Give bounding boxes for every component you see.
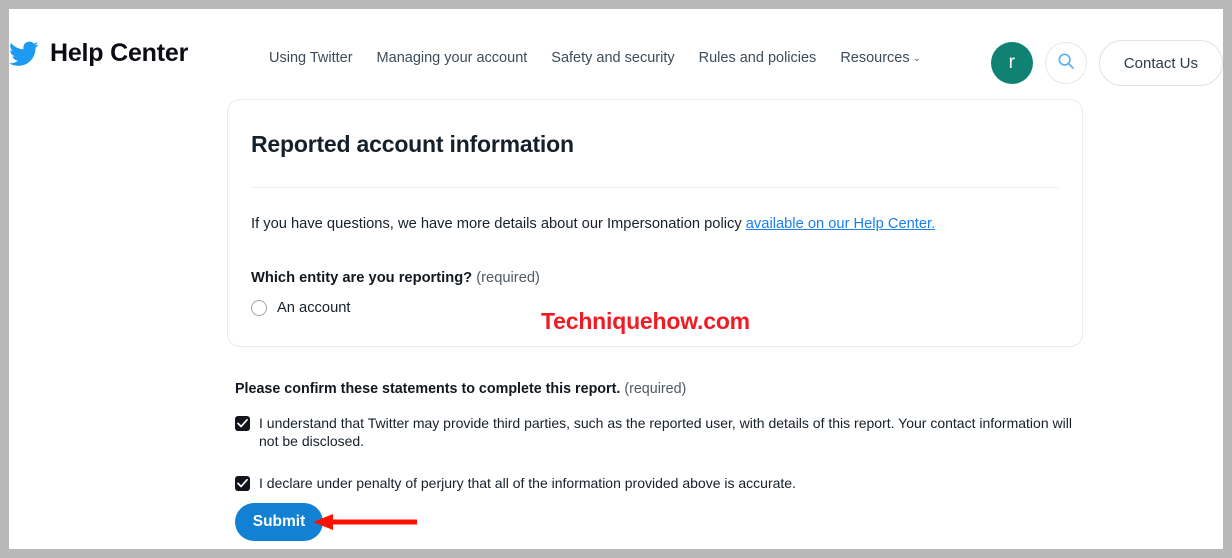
header-actions: r Contact Us: [990, 40, 1223, 86]
avatar[interactable]: r: [990, 42, 1033, 84]
confirm-title-label: Please confirm these statements to compl…: [235, 381, 621, 397]
nav-item-rules-and-policies[interactable]: Rules and policies: [687, 46, 829, 70]
radio-option-label: An account: [277, 300, 351, 317]
nav-item-resources[interactable]: Resources ⌄: [828, 46, 933, 70]
chevron-down-icon: ⌄: [912, 53, 922, 64]
radio-button[interactable]: [251, 300, 267, 317]
card-title: Reported account information: [251, 131, 574, 157]
checkbox-row-understand[interactable]: I understand that Twitter may provide th…: [235, 414, 1095, 451]
contact-us-button[interactable]: Contact Us: [1098, 40, 1223, 86]
site-header: Help Center Using Twitter Managing your …: [9, 9, 1223, 93]
help-center-link[interactable]: available on our Help Center.: [746, 216, 935, 232]
checkbox-declare[interactable]: [235, 475, 250, 491]
red-arrow-annotation: [313, 514, 417, 530]
checkbox-understand[interactable]: [235, 416, 250, 431]
search-button[interactable]: [1044, 42, 1087, 84]
submit-button[interactable]: Submit: [235, 503, 323, 541]
checkbox-label-understand: I understand that Twitter may provide th…: [259, 415, 1072, 450]
brand[interactable]: Help Center: [9, 39, 188, 68]
confirm-title-required: (required): [624, 381, 687, 397]
entity-question: Which entity are you reporting? (require…: [251, 270, 1059, 286]
body-text: If you have questions, we have more deta…: [251, 216, 746, 232]
checkbox-row-declare[interactable]: I declare under penalty of perjury that …: [235, 474, 1095, 492]
card-divider: [251, 187, 1059, 188]
nav-item-using-twitter[interactable]: Using Twitter: [257, 46, 365, 70]
screenshot-frame: Help Center Using Twitter Managing your …: [0, 0, 1232, 558]
page: Help Center Using Twitter Managing your …: [9, 9, 1223, 549]
twitter-bird-icon: [9, 41, 39, 67]
confirm-statements-section: Please confirm these statements to compl…: [235, 381, 1095, 492]
main-nav: Using Twitter Managing your account Safe…: [257, 46, 933, 70]
nav-item-safety-and-security[interactable]: Safety and security: [539, 46, 686, 70]
confirm-title: Please confirm these statements to compl…: [235, 381, 1095, 397]
checkbox-label-declare: I declare under penalty of perjury that …: [259, 474, 796, 491]
search-icon: [1057, 52, 1075, 75]
entity-question-label: Which entity are you reporting?: [251, 270, 473, 287]
nav-item-managing-your-account[interactable]: Managing your account: [365, 46, 540, 70]
card-body-text: If you have questions, we have more deta…: [251, 214, 1059, 235]
avatar-initial: r: [1008, 52, 1015, 73]
brand-title: Help Center: [50, 39, 189, 67]
watermark: Techniquehow.com: [541, 308, 750, 334]
entity-question-required: (required): [476, 270, 540, 287]
